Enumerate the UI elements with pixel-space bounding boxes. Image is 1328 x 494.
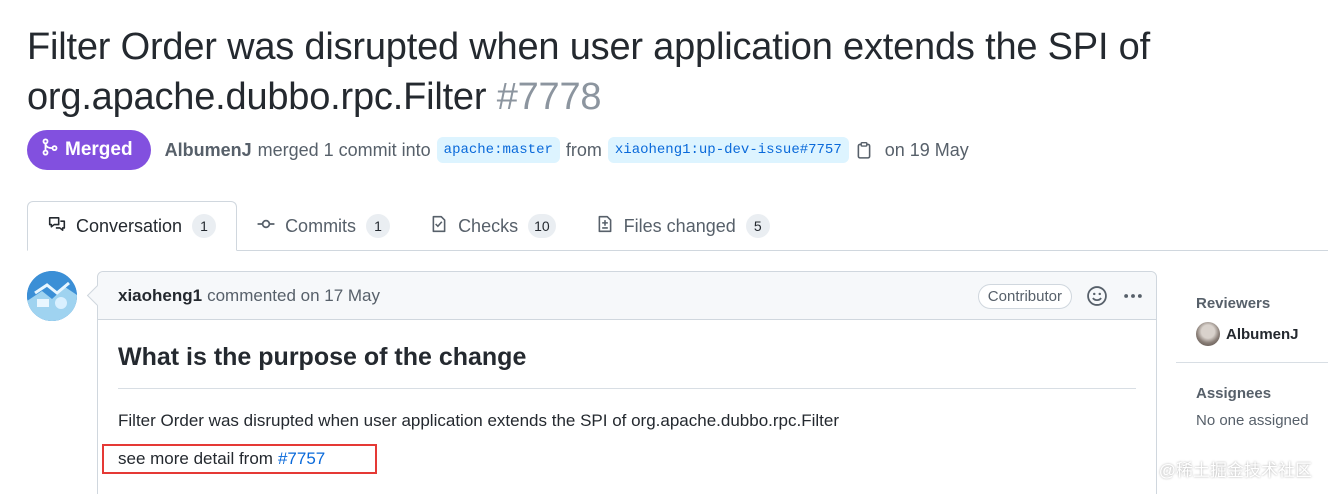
comment-body: What is the purpose of the change Filter… [98,320,1156,431]
kebab-horizontal-icon[interactable] [1122,285,1144,307]
comment-author[interactable]: xiaoheng1 [118,286,202,306]
reviewers-section: Reviewers AlbumenJ [1176,271,1328,363]
reviewer-item[interactable]: AlbumenJ [1196,322,1328,346]
reviewer-name: AlbumenJ [1226,325,1299,343]
pr-number: #7778 [496,76,602,118]
comment-discussion-icon [48,215,66,238]
merged-badge: Merged [27,130,151,170]
comment-header: xiaoheng1 commented on 17 May Contributo… [98,272,1156,320]
tab-label: Checks [458,215,519,236]
tab-files-changed[interactable]: Files changed 5 [576,201,790,251]
base-branch[interactable]: apache:master [436,137,560,163]
assignees-section: Assignees No one assigned [1176,363,1328,445]
tab-conversation[interactable]: Conversation 1 [27,201,238,251]
comment-paragraph: Filter Order was disrupted when user app… [118,411,839,430]
reviewers-title[interactable]: Reviewers [1196,295,1328,312]
git-commit-icon [257,215,275,238]
tab-counter: 5 [745,214,770,238]
smiley-icon[interactable] [1086,285,1108,307]
git-merge-icon [41,138,59,162]
tab-commits[interactable]: Commits 1 [237,201,410,251]
comment-box: xiaoheng1 commented on 17 May Contributo… [97,271,1157,494]
pr-title: Filter Order was disrupted when user app… [27,22,1307,122]
from-text: from [565,139,602,160]
avatar[interactable] [27,271,77,321]
merged-label: Merged [65,139,133,160]
pr-meta: Merged AlbumenJ merged 1 commit into apa… [27,130,969,170]
tab-counter: 1 [192,214,217,238]
comment-header-actions: Contributor [977,272,1144,320]
tab-label: Files changed [623,215,736,236]
merger-link[interactable]: AlbumenJ [165,140,252,161]
watermark: @稀土掘金技术社区 [1158,461,1312,480]
tab-counter: 1 [366,214,391,238]
checklist-icon [430,215,448,238]
tab-counter: 10 [528,214,556,238]
file-diff-icon [596,215,614,238]
tab-label: Commits [285,215,357,236]
pr-tabs: Conversation 1 Commits 1 Checks 10 Files… [27,201,1328,251]
pr-sidebar: Reviewers AlbumenJ Assignees No one assi… [1176,271,1328,445]
highlighted-detail-line: see more detail from #7757 [102,444,377,474]
detail-prefix: see more detail from [118,449,273,468]
issue-link[interactable]: #7757 [278,449,325,469]
head-branch[interactable]: xiaoheng1:up-dev-issue#7757 [607,137,849,163]
contributor-badge: Contributor [977,283,1072,309]
merge-date: on 19 May [884,139,969,160]
comment-timestamp[interactable]: commented on 17 May [207,286,380,306]
copy-icon[interactable] [855,141,873,159]
assignees-title[interactable]: Assignees [1196,385,1328,402]
merge-action-text: merged 1 commit into [257,139,431,160]
comment-heading: What is the purpose of the change [118,340,1136,389]
tab-checks[interactable]: Checks 10 [410,201,576,251]
avatar [1196,322,1220,346]
tab-label: Conversation [76,215,183,236]
assignees-empty-text: No one assigned [1196,412,1309,429]
